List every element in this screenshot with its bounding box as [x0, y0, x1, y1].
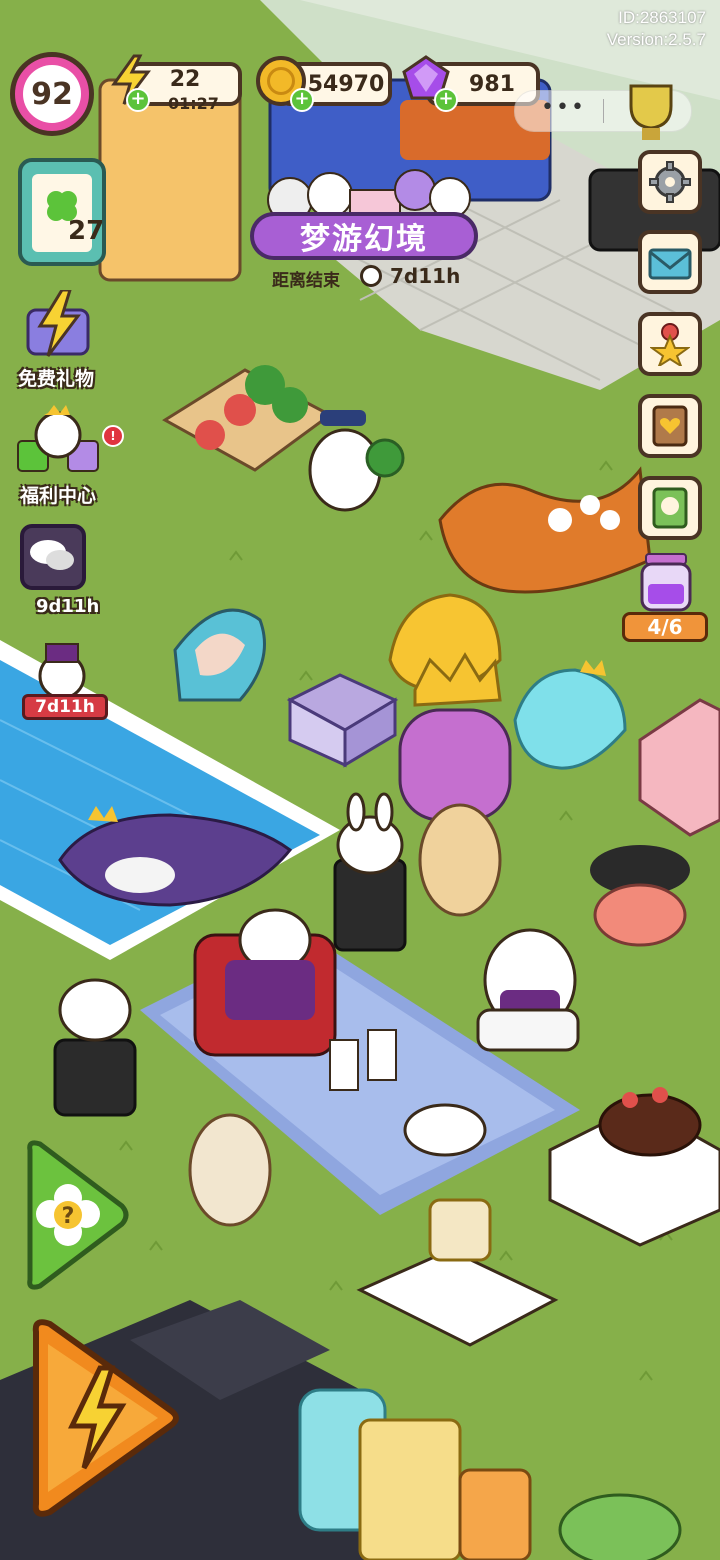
medal-star-icon [650, 323, 690, 366]
clock-icon [360, 265, 382, 287]
level-inner: 92 [23, 65, 81, 123]
free-gift-icon [22, 288, 94, 364]
energy-action-button[interactable] [22, 1318, 182, 1522]
chat-bubble-icon [20, 524, 86, 590]
free-gift-button[interactable]: 免费礼物 [8, 288, 108, 400]
welfare-alert-dot: ! [102, 425, 124, 447]
free-gift-label: 免费礼物 [18, 368, 95, 390]
gem-add-button[interactable]: + [434, 88, 458, 112]
guide-book-button[interactable] [638, 476, 702, 540]
capsule-divider [603, 99, 604, 123]
chat-event-button[interactable]: 9d11h [14, 524, 104, 624]
lightning-play-icon [32, 1319, 179, 1517]
jar-progress-plate: 4/6 [622, 612, 708, 642]
settings-button[interactable] [638, 150, 702, 214]
timed-event-button[interactable]: 7d11h [14, 640, 114, 720]
collection-book-button[interactable] [638, 394, 702, 458]
gear-icon [649, 161, 691, 203]
event-timer-ribbon: 7d11h [22, 694, 108, 720]
chat-timer: 9d11h [36, 596, 100, 617]
question-flower-icon: ? [27, 1140, 129, 1290]
svg-text:?: ? [62, 1204, 75, 1229]
event-countdown-label: 距离结束 [272, 271, 340, 291]
event-timer: 7d11h [35, 697, 95, 717]
jar-progress-text: 4/6 [647, 615, 683, 639]
heart-book-icon [652, 405, 688, 447]
level-badge[interactable]: 92 [10, 52, 94, 136]
help-button[interactable]: ? [18, 1140, 130, 1294]
more-dots-icon[interactable]: ••• [541, 97, 586, 119]
energy-timer: 01:27 [168, 94, 219, 113]
gem-value: 981 [469, 71, 515, 97]
energy-value: 22 [169, 66, 201, 92]
id-label: ID:2863107 [618, 8, 706, 27]
gem-jar-icon [634, 550, 698, 618]
achievement-button[interactable] [638, 312, 702, 376]
clipboard-count: 27 [68, 216, 105, 246]
event-banner[interactable]: 梦游幻境 距离结束 7d11h [250, 160, 480, 291]
envelope-icon [648, 248, 692, 280]
version-label: Version:2.5.7 [606, 30, 706, 49]
mail-button[interactable] [638, 230, 702, 294]
clipboard-task-button[interactable]: 27 [18, 158, 106, 266]
event-title-plate: 梦游幻境 [250, 212, 478, 260]
welfare-label: 福利中心 [20, 485, 97, 507]
level-value: 92 [31, 76, 73, 112]
jar-progress-button[interactable]: 4/6 [620, 550, 712, 645]
green-book-icon [652, 487, 688, 529]
welfare-icon [14, 405, 104, 481]
energy-add-button[interactable]: + [126, 88, 150, 112]
trophy-icon[interactable] [616, 78, 686, 152]
coin-add-button[interactable]: + [290, 88, 314, 112]
coin-value: 54970 [307, 71, 385, 97]
coin-inner-ring [267, 67, 295, 95]
event-countdown-value: 7d11h [390, 264, 461, 288]
welfare-center-button[interactable]: ! 福利中心 [8, 405, 124, 510]
event-title: 梦游幻境 [300, 222, 428, 257]
